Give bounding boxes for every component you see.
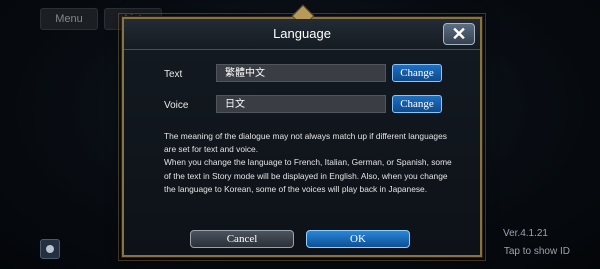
close-button[interactable]: ✕ [443, 23, 475, 45]
ok-button[interactable]: OK [306, 230, 410, 248]
version-text: Ver.4.1.21 [502, 228, 548, 239]
voice-language-label: Voice [164, 100, 189, 111]
language-dialog: Language ✕ Text 繁體中文 Change Voice 日文 Cha… [118, 4, 486, 261]
language-note: The meaning of the dialogue may not alwa… [164, 130, 458, 196]
note-paragraph: When you change the language to French, … [164, 157, 452, 194]
close-icon: ✕ [451, 24, 467, 44]
cancel-button[interactable]: Cancel [190, 230, 294, 248]
voice-language-value: 日文 [216, 95, 386, 113]
tap-to-show-id-text[interactable]: Tap to show ID [504, 246, 570, 257]
dialog-header: Language ✕ [124, 19, 480, 50]
change-voice-language-button[interactable]: Change [392, 95, 442, 113]
account-icon[interactable] [40, 239, 60, 259]
change-text-language-button[interactable]: Change [392, 64, 442, 82]
text-language-value: 繁體中文 [216, 64, 386, 82]
note-paragraph: The meaning of the dialogue may not alwa… [164, 131, 447, 155]
text-language-label: Text [164, 69, 183, 80]
dialog-title: Language [273, 26, 331, 41]
